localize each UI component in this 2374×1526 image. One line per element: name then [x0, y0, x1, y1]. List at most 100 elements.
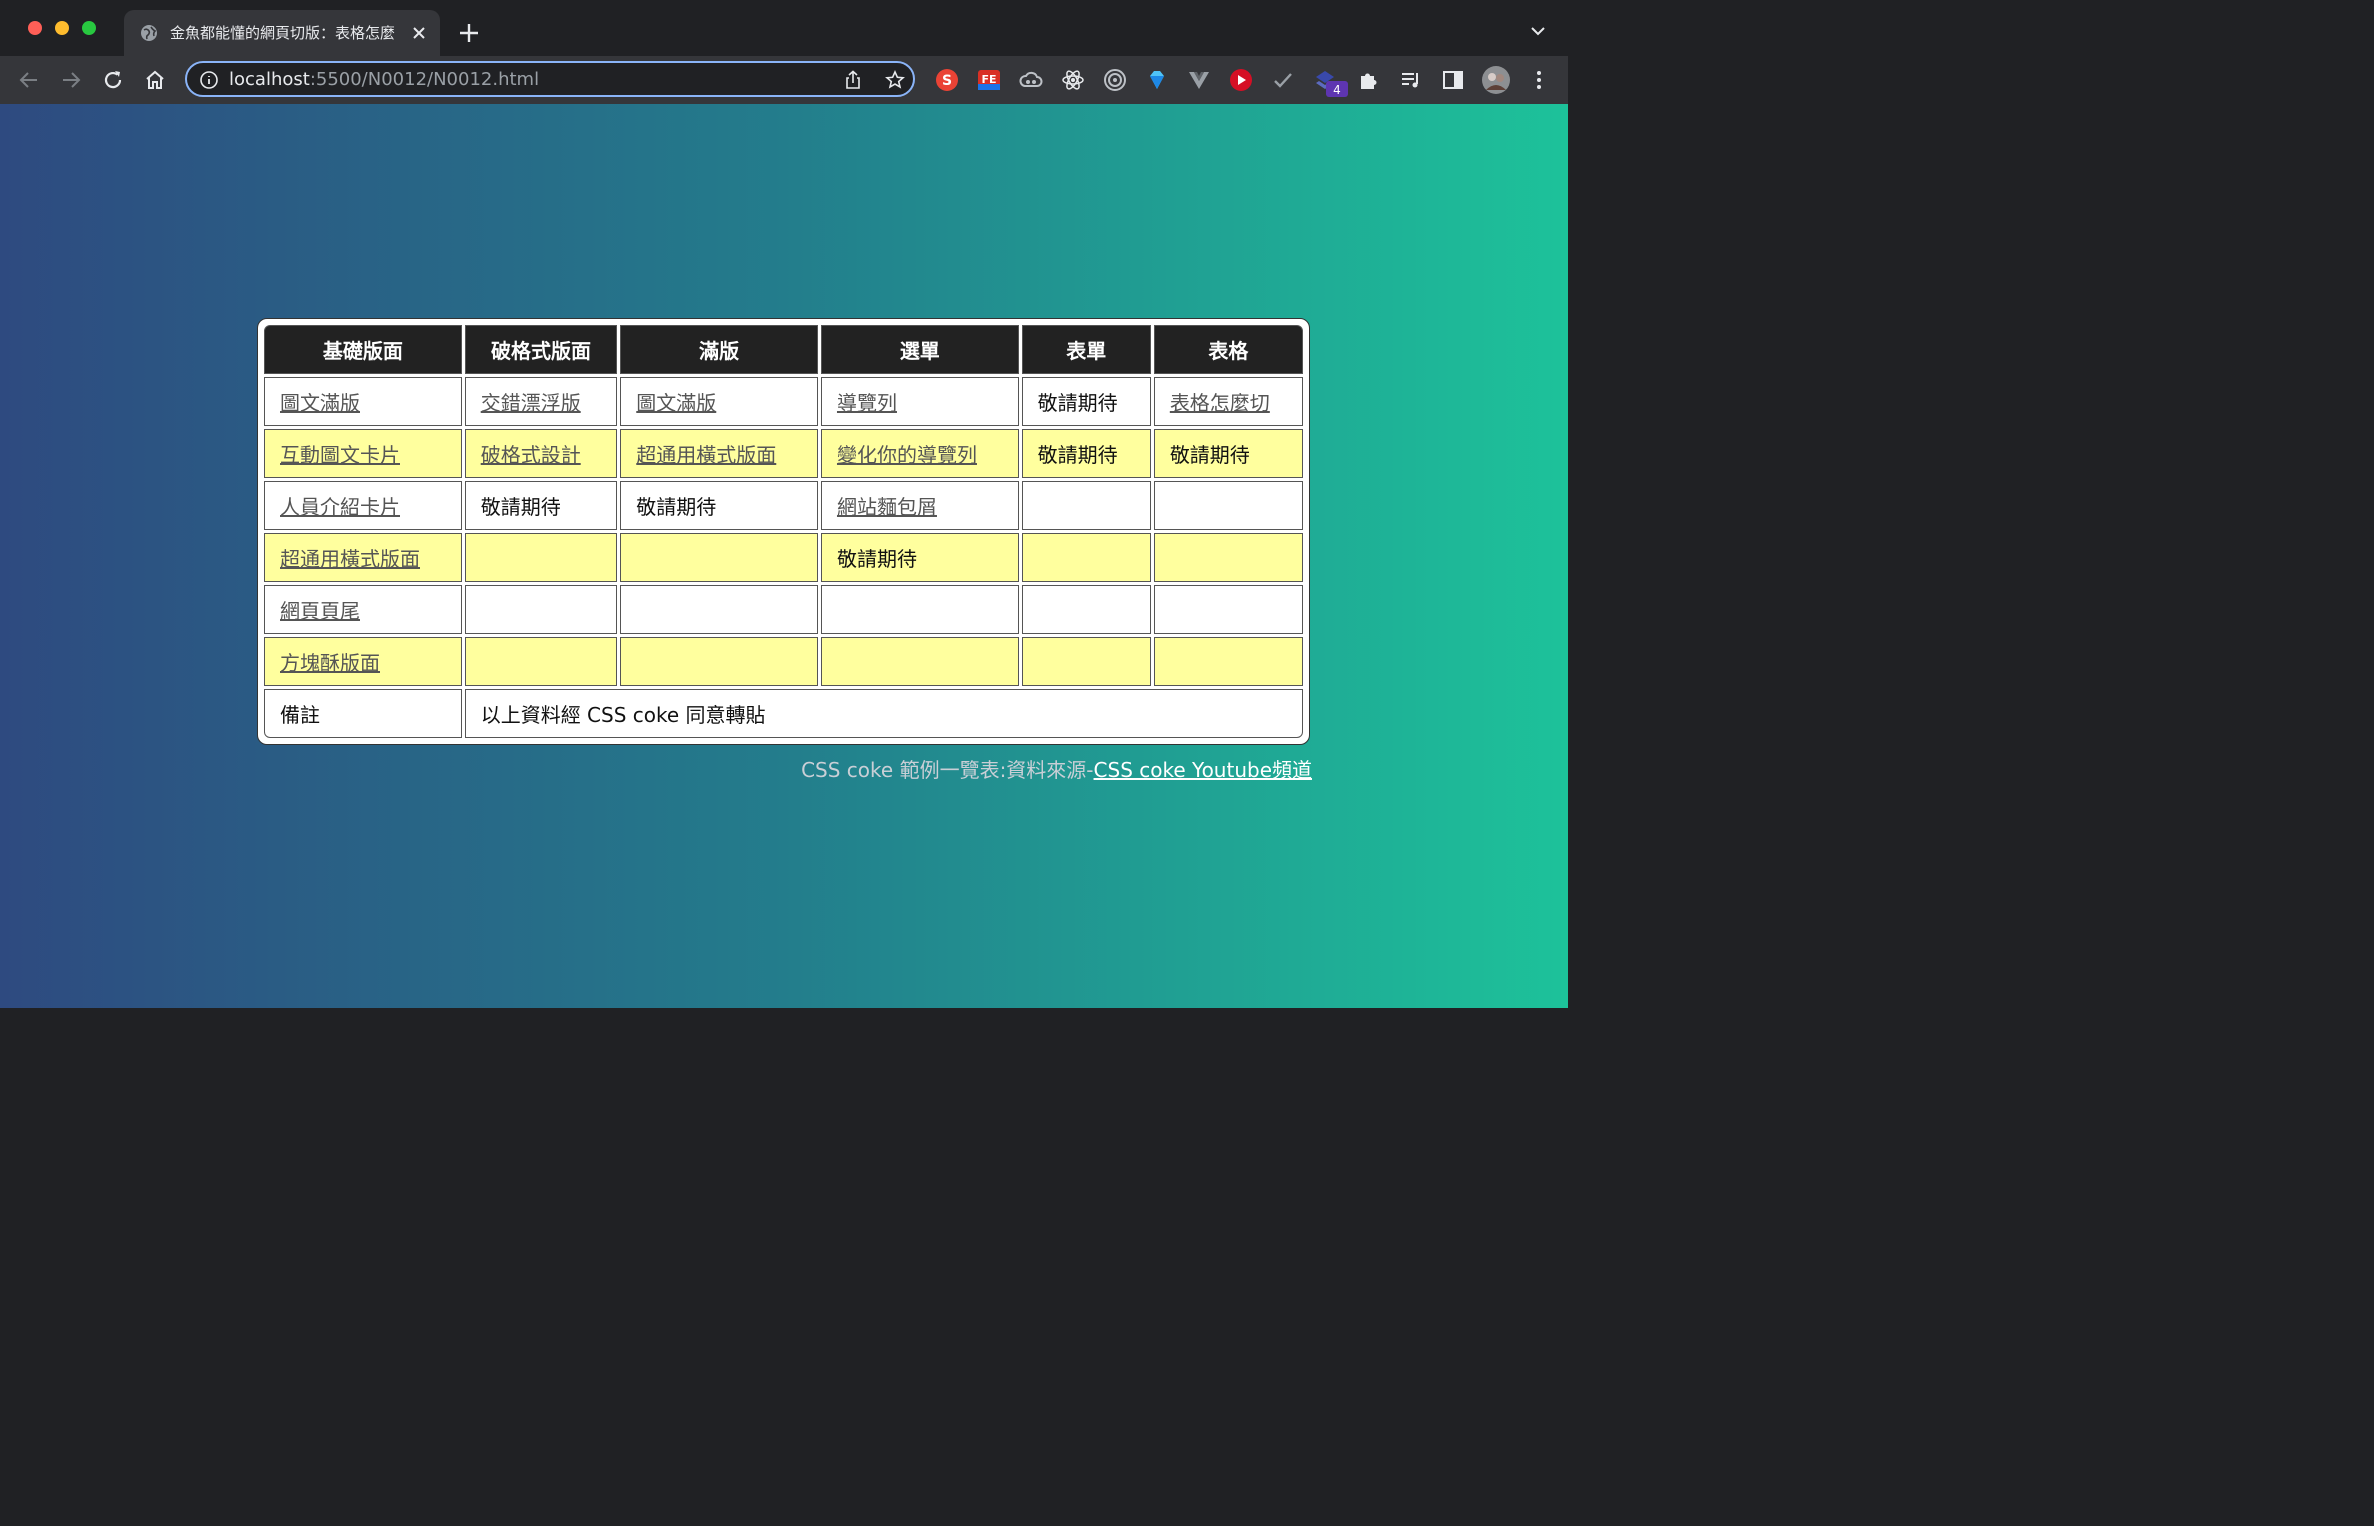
more-menu-icon[interactable]	[1527, 68, 1551, 92]
browser-toolbar: localhost:5500/N0012/N0012.html S FE 4	[0, 56, 1568, 104]
fe-extension-icon[interactable]: FE	[977, 68, 1001, 92]
cell-text: 敬請期待	[480, 495, 561, 519]
table-row: 方塊酥版面	[264, 637, 1303, 686]
column-header: 表單	[1021, 325, 1151, 374]
table-body: 圖文滿版 交錯漂浮版 圖文滿版 導覽列 敬請期待 表格怎麼切 互動圖文卡片 破格式設計 超通用橫…	[264, 377, 1303, 738]
home-icon[interactable]	[143, 68, 167, 92]
svg-text:FE: FE	[981, 73, 996, 86]
example-link[interactable]: 網站麵包屑	[837, 495, 937, 519]
table-cell	[620, 585, 818, 634]
table-cell	[464, 637, 618, 686]
minimize-window-button[interactable]	[55, 21, 69, 35]
table-row: 網頁頁尾	[264, 585, 1303, 634]
table-cell: 網站麵包屑	[820, 481, 1019, 530]
cell-text: 敬請期待	[636, 495, 717, 519]
table-cell: 變化你的導覽列	[820, 429, 1019, 478]
table-cell: 敬請期待	[1153, 429, 1303, 478]
react-extension-icon[interactable]	[1061, 68, 1085, 92]
new-tab-icon[interactable]	[458, 22, 480, 44]
example-link[interactable]: 破格式設計	[481, 443, 581, 467]
column-header: 滿版	[620, 325, 818, 374]
table-cell: 交錯漂浮版	[464, 377, 618, 426]
example-link[interactable]: 表格怎麼切	[1170, 391, 1270, 415]
chevron-down-icon[interactable]	[1528, 24, 1548, 40]
column-header: 破格式版面	[464, 325, 618, 374]
target-extension-icon[interactable]	[1103, 68, 1127, 92]
table-cell: 破格式設計	[464, 429, 618, 478]
note-row: 備註 以上資料經 CSS coke 同意轉貼	[264, 689, 1303, 738]
share-icon[interactable]	[843, 70, 863, 90]
table-cell	[820, 585, 1019, 634]
table-cell: 敬請期待	[820, 533, 1019, 582]
example-link[interactable]: 方塊酥版面	[280, 651, 380, 675]
example-link[interactable]: 圖文滿版	[280, 391, 360, 415]
play-extension-icon[interactable]	[1229, 68, 1253, 92]
url-host: localhost	[229, 69, 310, 90]
table-cell: 圖文滿版	[620, 377, 818, 426]
active-tab[interactable]: 金魚都能懂的網頁切版：表格怎麼	[124, 10, 440, 56]
reload-icon[interactable]	[101, 68, 125, 92]
s-extension-icon[interactable]: S	[935, 68, 959, 92]
extension-badge: 4	[1326, 81, 1348, 97]
column-header: 表格	[1153, 325, 1303, 374]
table-row: 互動圖文卡片 破格式設計 超通用橫式版面 變化你的導覽列 敬請期待 敬請期待	[264, 429, 1303, 478]
table-cell	[1153, 533, 1303, 582]
url-path: :5500/N0012/N0012.html	[309, 69, 540, 90]
youtube-channel-link[interactable]: CSS coke Youtube頻道	[1094, 758, 1312, 782]
check-extension-icon[interactable]	[1271, 68, 1295, 92]
table-cell: 敬請期待	[1021, 377, 1151, 426]
table-cell	[464, 533, 618, 582]
example-link[interactable]: 網頁頁尾	[280, 599, 360, 623]
example-link[interactable]: 交錯漂浮版	[481, 391, 581, 415]
example-link[interactable]: 導覽列	[837, 391, 897, 415]
cell-text: 敬請期待	[836, 547, 917, 571]
table-cell: 超通用橫式版面	[264, 533, 462, 582]
extension-badge-count: 4	[1333, 83, 1341, 97]
table-row: 圖文滿版 交錯漂浮版 圖文滿版 導覽列 敬請期待 表格怎麼切	[264, 377, 1303, 426]
table-cell: 互動圖文卡片	[264, 429, 462, 478]
close-window-button[interactable]	[28, 21, 42, 35]
table-cell	[620, 637, 818, 686]
profile-avatar[interactable]	[1482, 66, 1510, 94]
table-cell	[1153, 481, 1303, 530]
table-cell: 網頁頁尾	[264, 585, 462, 634]
example-link[interactable]: 圖文滿版	[636, 391, 716, 415]
table-cell	[620, 533, 818, 582]
info-icon[interactable]	[199, 70, 219, 90]
table-cell: 敬請期待	[1021, 429, 1151, 478]
table-cell: 導覽列	[820, 377, 1019, 426]
puzzle-icon[interactable]	[1357, 68, 1381, 92]
url-text[interactable]: localhost:5500/N0012/N0012.html	[229, 67, 539, 93]
table-cell: 敬請期待	[620, 481, 818, 530]
gem-extension-icon[interactable]	[1145, 68, 1169, 92]
table-cell	[820, 637, 1019, 686]
maximize-window-button[interactable]	[82, 21, 96, 35]
page-viewport: 基礎版面 破格式版面 滿版 選單 表單 表格 圖文滿版 交錯漂浮版 圖文滿版 導覽列 敬請期待 表格…	[0, 104, 1568, 1008]
side-panel-icon[interactable]	[1441, 68, 1465, 92]
table-cell	[464, 585, 618, 634]
examples-table: 基礎版面 破格式版面 滿版 選單 表單 表格 圖文滿版 交錯漂浮版 圖文滿版 導覽列 敬請期待 表格…	[261, 322, 1306, 741]
address-bar[interactable]: localhost:5500/N0012/N0012.html	[185, 61, 915, 97]
back-arrow-icon[interactable]	[17, 68, 41, 92]
example-link[interactable]: 超通用橫式版面	[280, 547, 420, 571]
bookmark-star-icon[interactable]	[885, 70, 905, 90]
table-cell: 敬請期待	[464, 481, 618, 530]
cloud-extension-icon[interactable]	[1019, 68, 1043, 92]
example-link[interactable]: 互動圖文卡片	[280, 443, 400, 467]
example-link[interactable]: 變化你的導覽列	[837, 443, 977, 467]
example-link[interactable]: 人員介紹卡片	[280, 495, 400, 519]
caption-text: CSS coke 範例一覽表:資料來源-	[801, 758, 1094, 782]
table-cell: 圖文滿版	[264, 377, 462, 426]
table-cell	[1153, 585, 1303, 634]
vue-extension-icon[interactable]	[1187, 68, 1211, 92]
note-text: 以上資料經 CSS coke 同意轉貼	[464, 689, 1303, 738]
forward-arrow-icon[interactable]	[59, 68, 83, 92]
tab-strip: 金魚都能懂的網頁切版：表格怎麼	[0, 0, 1568, 56]
playlist-icon[interactable]	[1399, 68, 1423, 92]
table-cell	[1021, 533, 1151, 582]
close-tab-icon[interactable]	[410, 24, 428, 42]
example-link[interactable]: 超通用橫式版面	[636, 443, 776, 467]
svg-text:S: S	[942, 73, 952, 89]
table-cell	[1021, 481, 1151, 530]
table-cell: 方塊酥版面	[264, 637, 462, 686]
